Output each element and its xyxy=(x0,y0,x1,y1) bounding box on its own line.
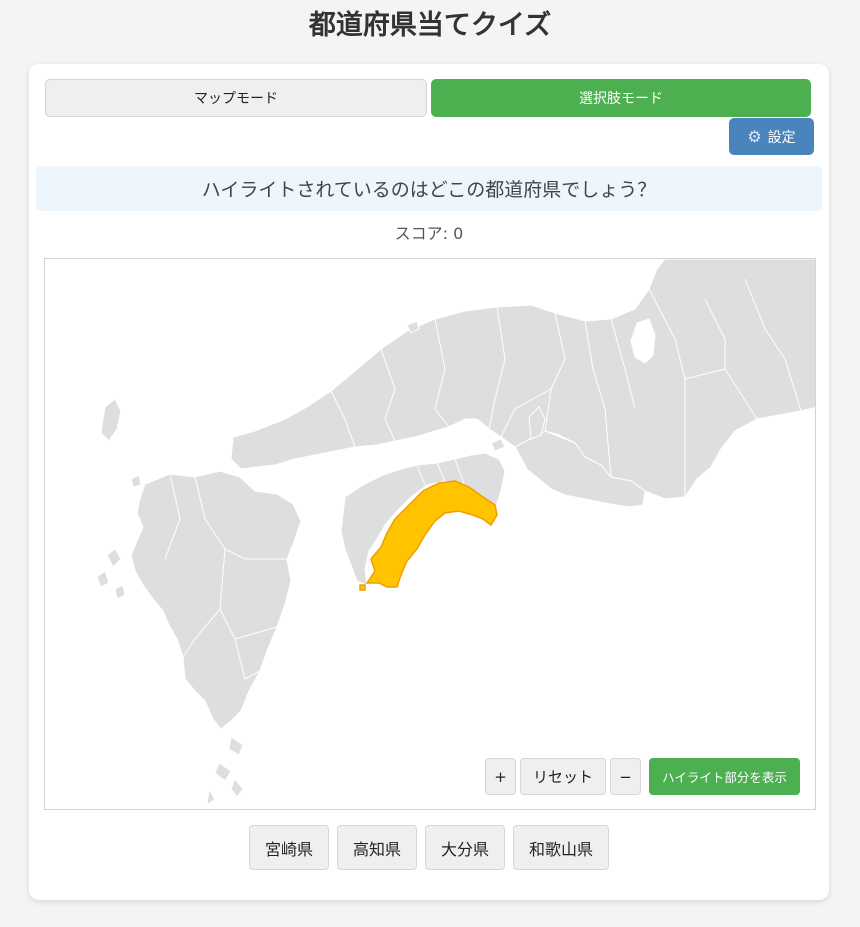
reset-button[interactable]: リセット xyxy=(520,758,606,795)
highlighted-islet[interactable] xyxy=(359,584,366,591)
show-highlight-button[interactable]: ハイライト部分を表示 xyxy=(649,758,800,795)
settings-button[interactable]: ⚙ 設定 xyxy=(729,118,814,155)
map-mode-button[interactable]: マップモード xyxy=(45,79,427,117)
choice-button[interactable]: 大分県 xyxy=(425,825,506,870)
choice-button[interactable]: 宮崎県 xyxy=(248,825,329,870)
tsushima-island xyxy=(100,398,122,442)
kyushu-landmass xyxy=(130,470,302,730)
settings-label: 設定 xyxy=(767,129,796,146)
kyushu-southern-islands xyxy=(206,736,244,807)
choice-button[interactable]: 和歌山県 xyxy=(513,825,610,870)
iki-island xyxy=(130,474,142,488)
japan-map[interactable] xyxy=(45,259,816,810)
zoom-in-button[interactable]: + xyxy=(485,758,516,795)
goto-islands xyxy=(96,548,126,600)
gear-icon: ⚙ xyxy=(747,127,762,146)
shodo-island xyxy=(490,438,506,452)
choice-mode-button[interactable]: 選択肢モード xyxy=(431,79,811,117)
page-title: 都道府県当てクイズ xyxy=(308,10,552,41)
map-view[interactable]: + リセット − ハイライト部分を表示 xyxy=(44,258,816,810)
choice-button[interactable]: 高知県 xyxy=(336,825,417,870)
score-display: スコア: 0 xyxy=(394,224,464,243)
choice-list: 宮崎県 高知県 大分県 和歌山県 xyxy=(29,825,829,870)
question-text: ハイライトされているのはどこの都道府県でしょう？ xyxy=(36,166,822,211)
zoom-out-button[interactable]: − xyxy=(610,758,641,795)
quiz-card: マップモード 選択肢モード ⚙ 設定 ハイライトされているのはどこの都道府県でし… xyxy=(29,64,829,900)
